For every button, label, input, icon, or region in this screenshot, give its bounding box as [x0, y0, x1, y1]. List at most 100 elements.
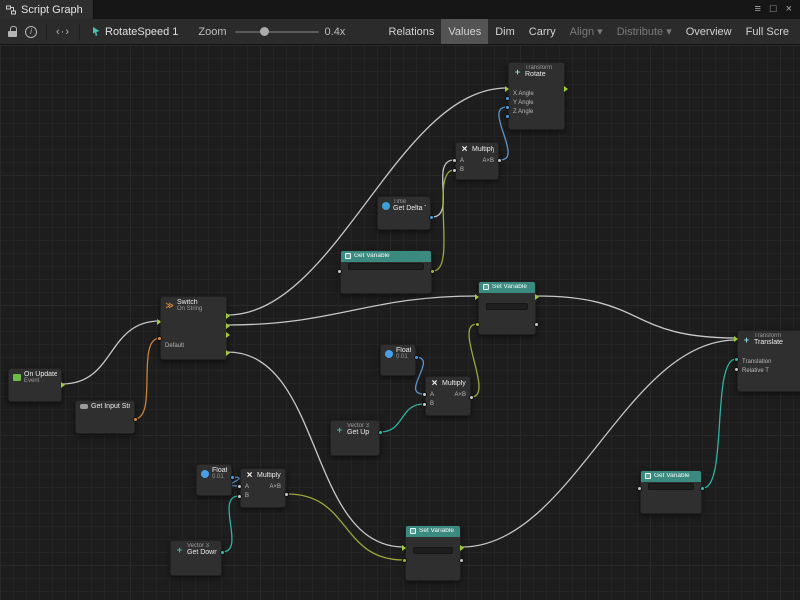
input-port[interactable] — [402, 558, 407, 563]
toolbar-button-values[interactable]: Values — [441, 19, 488, 44]
node-get-input-string[interactable]: Get Input Strin — [75, 400, 135, 434]
node-get-delta-time[interactable]: TimeGet Delta Time — [377, 196, 431, 230]
output-port[interactable] — [535, 294, 539, 300]
variable-name-field[interactable] — [486, 303, 528, 310]
variable-name-field[interactable] — [413, 547, 453, 554]
output-port[interactable] — [226, 323, 230, 329]
zoom-to-fit-icon[interactable]: ‹·› — [56, 26, 70, 38]
output-port[interactable] — [429, 215, 434, 220]
toolbar-button-dim[interactable]: Dim — [488, 19, 522, 44]
node-float-mid[interactable]: Float0.01 — [380, 344, 416, 376]
input-port[interactable] — [734, 357, 739, 362]
input-port[interactable] — [402, 545, 406, 551]
input-port[interactable] — [237, 484, 242, 489]
output-port[interactable] — [459, 558, 464, 563]
wire[interactable] — [134, 338, 160, 419]
node-float-low[interactable]: Float0.01 — [196, 464, 232, 496]
node-vector3-get-up[interactable]: Vector 3Get Up — [330, 420, 380, 456]
input-port[interactable] — [637, 486, 642, 491]
wire[interactable] — [380, 404, 424, 432]
input-port[interactable] — [422, 392, 427, 397]
variable-name-field[interactable] — [648, 483, 694, 490]
node-set-variable-bottom[interactable]: Set Variable — [405, 525, 461, 581]
input-port[interactable] — [452, 168, 457, 173]
output-port[interactable] — [226, 350, 230, 356]
maximize-icon[interactable]: □ — [770, 4, 777, 15]
wire[interactable] — [415, 357, 424, 394]
wire[interactable] — [433, 170, 454, 271]
node-translate[interactable]: TransformTranslateTranslationRelative T — [737, 330, 800, 392]
node-label: Rotate — [525, 71, 552, 78]
graph-canvas[interactable]: TransformRotateX AngleY AngleZ AngleMult… — [0, 45, 800, 600]
wire[interactable] — [703, 359, 736, 488]
input-port[interactable] — [237, 494, 242, 499]
graph-reference[interactable]: RotateSpeed 1 — [91, 26, 178, 38]
port-label: A — [430, 392, 434, 398]
tab-script-graph[interactable]: Script Graph — [0, 0, 94, 19]
node-get-variable-top[interactable]: Get Variable — [340, 250, 432, 294]
node-label: 0.01 — [212, 474, 227, 480]
input-port[interactable] — [452, 158, 457, 163]
wire[interactable] — [222, 496, 239, 552]
info-icon[interactable]: i — [25, 26, 37, 38]
wire[interactable] — [287, 494, 404, 560]
node-multiply-top[interactable]: MultiplyAA×BB — [455, 142, 499, 180]
menu-icon[interactable]: ≡ — [754, 4, 760, 15]
close-icon[interactable]: × — [786, 4, 792, 15]
toolbar-button-relations[interactable]: Relations — [382, 19, 442, 44]
lock-icon[interactable] — [8, 26, 17, 37]
input-port[interactable] — [422, 402, 427, 407]
output-port[interactable] — [460, 545, 464, 551]
input-port[interactable] — [475, 322, 480, 327]
variable-name-field[interactable] — [348, 263, 424, 270]
node-vector3-get-down[interactable]: Vector 3Get Down — [170, 540, 222, 576]
output-port[interactable] — [469, 395, 474, 400]
node-set-variable-mid[interactable]: Set Variable — [478, 281, 536, 335]
toolbar-button-carry[interactable]: Carry — [522, 19, 563, 44]
node-get-variable-right[interactable]: Get Variable — [640, 470, 702, 514]
wire[interactable] — [227, 296, 477, 325]
port-label: A — [245, 484, 249, 490]
output-port[interactable] — [226, 313, 230, 319]
node-on-update[interactable]: On UpdateEvent — [8, 368, 62, 402]
output-port[interactable] — [220, 550, 225, 555]
output-port[interactable] — [226, 332, 230, 338]
input-port[interactable] — [157, 319, 161, 325]
wire[interactable] — [62, 321, 160, 384]
node-label: Multiply — [257, 472, 281, 479]
node-switch-on-string[interactable]: SwitchOn StringDefault — [160, 296, 227, 360]
input-port[interactable] — [505, 105, 510, 110]
input-port[interactable] — [505, 114, 510, 119]
toolbar-button-overview[interactable]: Overview — [679, 19, 739, 44]
toolbar-button-distribute: Distribute ▾ — [610, 19, 679, 44]
wire[interactable] — [537, 296, 736, 338]
output-port[interactable] — [414, 355, 419, 360]
output-port[interactable] — [497, 158, 502, 163]
output-port[interactable] — [430, 269, 435, 274]
wire[interactable] — [462, 340, 736, 547]
output-port[interactable] — [564, 86, 568, 92]
input-port[interactable] — [475, 294, 479, 300]
input-port[interactable] — [505, 86, 509, 92]
input-port[interactable] — [157, 336, 162, 341]
node-label: Multiply — [472, 146, 494, 153]
wire[interactable] — [432, 160, 454, 217]
input-port[interactable] — [734, 367, 739, 372]
toolbar-button-full-scre[interactable]: Full Scre — [739, 19, 796, 44]
output-port[interactable] — [534, 322, 539, 327]
node-rotate[interactable]: TransformRotateX AngleY AngleZ Angle — [508, 62, 565, 130]
input-port[interactable] — [734, 336, 738, 342]
node-multiply-low[interactable]: MultiplyAA×BB — [240, 468, 286, 508]
output-port[interactable] — [700, 486, 705, 491]
node-multiply-mid[interactable]: MultiplyAA×BB — [425, 376, 471, 416]
wires-layer — [0, 45, 800, 600]
output-port[interactable] — [133, 417, 138, 422]
output-port[interactable] — [378, 430, 383, 435]
zoom-slider-handle[interactable] — [260, 27, 269, 36]
input-port[interactable] — [337, 269, 342, 274]
zoom-slider[interactable] — [235, 31, 319, 33]
input-port[interactable] — [505, 96, 510, 101]
output-port[interactable] — [230, 475, 235, 480]
output-port[interactable] — [284, 492, 289, 497]
output-port[interactable] — [61, 382, 65, 388]
